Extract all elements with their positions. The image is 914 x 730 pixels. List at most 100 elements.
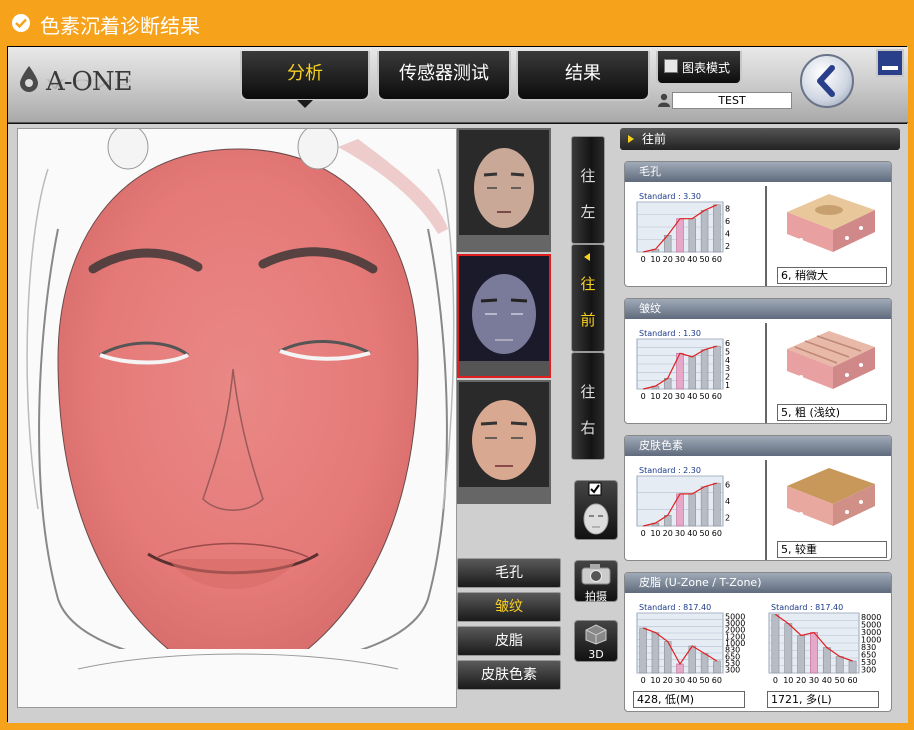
chart-x-tick: 40 [822, 676, 832, 685]
chart-mode-toggle[interactable]: 图表模式 [656, 51, 742, 85]
chart-bar [713, 660, 721, 674]
sebum-u-chart: 0 10 20 30 40 50 60 5000 3000 2000 1200 1000 830 650 5… [633, 599, 753, 685]
thumbnail-left[interactable] [457, 128, 551, 252]
chart-x-tick: 20 [663, 255, 673, 264]
direction-left-button[interactable]: 往 左 [571, 136, 605, 244]
card-pores: 毛孔 0 10 20 30 40 50 60 8 6 4 2 Standard : 3.30 6, 稍… [624, 161, 892, 287]
panel-arrow-icon [628, 135, 634, 143]
chart-bar [822, 647, 831, 674]
face-analysis-image [18, 129, 456, 707]
chart-bar [651, 632, 660, 674]
face-thumbnail-left [459, 130, 549, 250]
chart-x-tick: 10 [650, 392, 660, 401]
chart-y-tick: 4 [725, 497, 730, 506]
tab-results-label: 结果 [565, 63, 601, 84]
chart-bar [688, 493, 697, 527]
chart-bar [700, 653, 709, 674]
tab-sensor-test-label: 传感器测试 [399, 63, 489, 84]
logo-reflection: A-ONE [46, 76, 132, 91]
mode-sebum-button[interactable]: 皮脂 [457, 626, 561, 656]
3d-button[interactable]: 3D [574, 620, 618, 662]
card-divider [765, 460, 767, 560]
minimize-button[interactable] [876, 49, 904, 77]
mode-wrinkles-button[interactable]: 皱纹 [457, 592, 561, 622]
card-pigment-title: 皮肤色素 [625, 436, 891, 456]
main-face-image [17, 128, 457, 708]
chart-svg: 0 10 20 30 40 50 60 8 6 4 2 Standard : 3.30 [636, 192, 730, 264]
chart-y-tick: 300 [861, 665, 876, 674]
chart-bar [835, 656, 844, 674]
chart-svg: 0 10 20 30 40 50 60654321Standard : 1.30 [636, 329, 730, 401]
content-area: 往 左 往 前 往 右 拍摄 3D 毛孔 皱纹 皮脂 皮肤色素 往前 毛孔 0 … [8, 124, 908, 723]
sebum-t-chart: 0 10 20 30 40 50 60 8000 5000 3000 1000 830 650 530 30… [765, 599, 889, 685]
chart-x-tick: 30 [675, 676, 685, 685]
chart-x-tick: 50 [699, 676, 709, 685]
chart-x-tick: 30 [675, 392, 685, 401]
mode-pigment-button[interactable]: 皮肤色素 [457, 660, 561, 690]
thumbnail-right[interactable] [457, 380, 551, 504]
check-circle-icon [12, 14, 30, 32]
direction-front-l2: 前 [580, 311, 596, 329]
chart-y-tick: 300 [725, 666, 740, 675]
chart-mode-checkbox[interactable] [664, 59, 678, 73]
pigment-skin-illustration [787, 468, 875, 526]
chart-x-tick: 20 [663, 676, 673, 685]
capture-button[interactable]: 拍摄 [574, 560, 618, 603]
chart-bar [688, 218, 697, 253]
chart-x-tick: 0 [641, 392, 646, 401]
3d-label: 3D [588, 648, 604, 661]
sebum-t-result: 1721, 多(L) [767, 691, 879, 708]
chart-x-tick: 50 [699, 529, 709, 538]
logo: A-ONE A-ONE [18, 61, 148, 111]
direction-right-l1: 往 [580, 383, 596, 401]
direction-right-l2: 右 [580, 419, 596, 437]
camera-icon [581, 564, 611, 585]
header: A-ONE A-ONE 分析 传感器测试 结果 图表模式 TEST [8, 47, 908, 123]
drop-icon [20, 66, 38, 92]
direction-front-l1: 往 [580, 275, 596, 293]
pores-skin-illustration [787, 194, 875, 252]
chart-x-tick: 0 [773, 676, 778, 685]
app-window: A-ONE A-ONE 分析 传感器测试 结果 图表模式 TEST 往 左 往 … [7, 46, 908, 723]
chart-y-tick: 1 [725, 381, 730, 390]
chart-x-tick: 30 [809, 676, 819, 685]
chart-x-tick: 60 [712, 255, 722, 264]
card-divider [765, 186, 767, 286]
direction-right-button[interactable]: 往 右 [571, 352, 605, 460]
chart-standard-label: Standard : 1.30 [639, 329, 701, 338]
cube-icon [585, 624, 607, 645]
tab-sensor-test[interactable]: 传感器测试 [377, 51, 511, 101]
chart-x-tick: 60 [712, 392, 722, 401]
chart-y-tick: 2 [725, 514, 730, 523]
title-bar: 色素沉着诊断结果 [0, 0, 914, 46]
direction-front-button[interactable]: 往 前 [571, 244, 605, 352]
chart-standard-label: Standard : 817.40 [639, 603, 711, 612]
chart-bar [713, 482, 721, 527]
chart-x-tick: 30 [675, 529, 685, 538]
tab-analysis[interactable]: 分析 [240, 51, 370, 108]
mode-pores-button[interactable]: 毛孔 [457, 558, 561, 588]
chart-x-tick: 10 [650, 676, 660, 685]
chart-x-tick: 30 [675, 255, 685, 264]
card-sebum-title: 皮脂 (U-Zone / T-Zone) [625, 573, 891, 593]
chart-x-tick: 50 [699, 392, 709, 401]
user-name: TEST [672, 92, 792, 109]
tab-results[interactable]: 结果 [516, 51, 650, 101]
chart-x-tick: 0 [641, 676, 646, 685]
head-model-icon [583, 482, 609, 535]
chart-x-tick: 40 [687, 255, 697, 264]
face-model-toggle[interactable] [574, 480, 618, 540]
pores-result: 6, 稍微大 [777, 267, 887, 284]
sebum-u-result: 428, 低(M) [633, 691, 745, 708]
chart-x-tick: 0 [641, 529, 646, 538]
user-icon [658, 93, 670, 107]
chart-y-tick: 6 [725, 217, 730, 226]
chart-x-tick: 50 [835, 676, 845, 685]
back-arrow-icon [817, 65, 835, 97]
chart-bar [713, 204, 721, 253]
chart-x-tick: 10 [650, 255, 660, 264]
chart-bar [771, 614, 780, 674]
back-button[interactable] [800, 54, 854, 108]
thumbnail-front[interactable] [457, 254, 551, 378]
chart-bar [810, 632, 818, 674]
